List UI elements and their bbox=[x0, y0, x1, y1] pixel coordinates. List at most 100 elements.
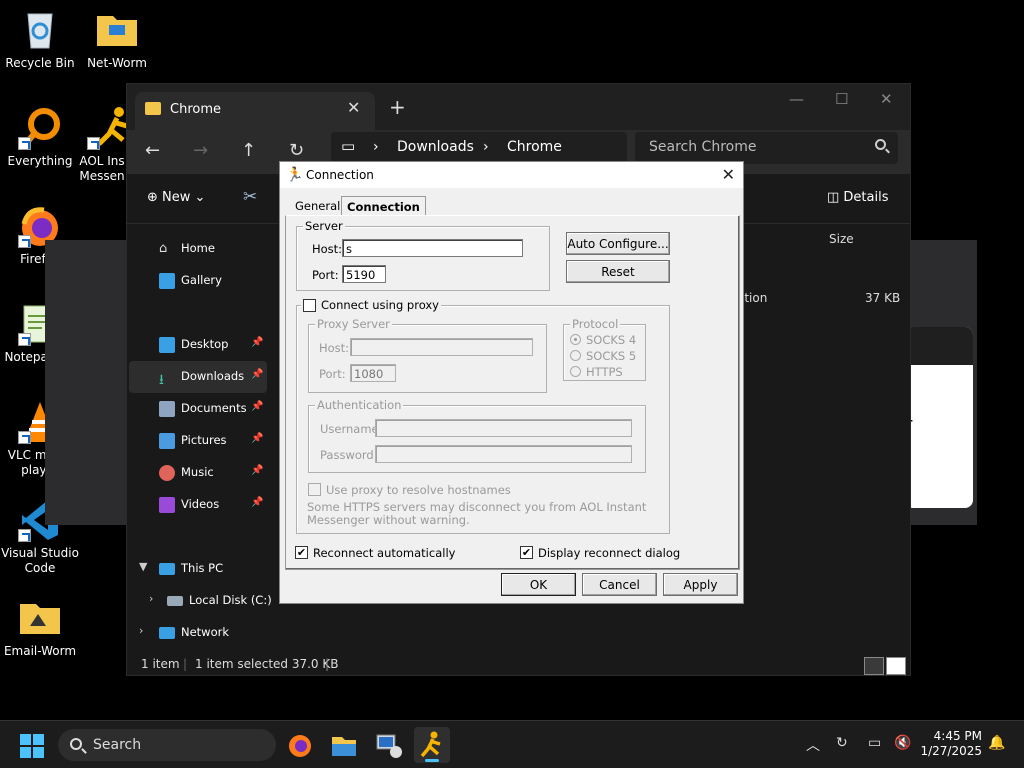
socks4-label: SOCKS 4 bbox=[586, 333, 637, 347]
reconnect-checkbox[interactable]: ✔ bbox=[295, 546, 308, 559]
proxy-server-group: Proxy Server Host: Port: 1080 bbox=[308, 317, 547, 393]
sidebar-item-documents[interactable]: Documents 📌 bbox=[129, 393, 267, 425]
apply-button[interactable]: Apply bbox=[663, 573, 738, 596]
details-view-button[interactable] bbox=[864, 657, 884, 675]
https-radio[interactable] bbox=[570, 366, 581, 377]
taskbar-search[interactable]: Search bbox=[58, 729, 276, 761]
taskbar-aim[interactable] bbox=[414, 727, 450, 763]
folder-icon bbox=[145, 102, 161, 115]
sidebar-item-downloads[interactable]: ⭳ Downloads 📌 bbox=[129, 361, 267, 393]
group-label: Authentication bbox=[315, 398, 404, 412]
back-button[interactable]: ← bbox=[145, 140, 160, 161]
reconnect-label: Reconnect automatically bbox=[313, 546, 456, 560]
everything-search-icon bbox=[18, 106, 62, 150]
chevron-up-icon[interactable]: ︿ bbox=[806, 735, 820, 755]
socks4-radio[interactable] bbox=[570, 334, 581, 345]
desktop-icon-recycle-bin[interactable]: Recycle Bin bbox=[0, 8, 80, 71]
new-tab-button[interactable]: + bbox=[389, 95, 406, 119]
auto-configure-button[interactable]: Auto Configure... bbox=[566, 232, 670, 255]
new-button[interactable]: ⊕ New ⌄ bbox=[147, 190, 205, 205]
music-icon bbox=[159, 465, 175, 481]
status-separator: | bbox=[325, 657, 330, 671]
connection-dialog: 🏃 Connection ✕ General Connection Server… bbox=[279, 161, 744, 604]
tab-general[interactable]: General bbox=[290, 196, 345, 215]
desktop-icon-aol-instant-messenger[interactable]: AOL Ins Messen bbox=[77, 106, 127, 184]
desktop-icon-label: Everything bbox=[7, 154, 73, 168]
resolve-hostnames-checkbox[interactable] bbox=[308, 483, 321, 496]
network-icon[interactable]: ▭ bbox=[868, 735, 881, 751]
pin-icon: 📌 bbox=[251, 401, 264, 412]
column-header-size[interactable]: Size bbox=[829, 232, 854, 246]
cut-icon[interactable]: ✂ bbox=[243, 187, 257, 207]
folder-icon bbox=[332, 737, 356, 756]
ok-button[interactable]: OK bbox=[501, 573, 576, 596]
password-input[interactable] bbox=[375, 445, 632, 463]
pin-icon: 📌 bbox=[251, 433, 264, 444]
breadcrumb-downloads[interactable]: Downloads bbox=[397, 139, 474, 155]
username-input[interactable] bbox=[375, 419, 632, 437]
proxy-port-input[interactable]: 1080 bbox=[350, 364, 396, 382]
taskbar-firefox[interactable] bbox=[282, 727, 318, 763]
large-icons-view-button[interactable] bbox=[886, 657, 906, 675]
explorer-tab[interactable]: Chrome ✕ bbox=[135, 92, 375, 130]
chevron-down-icon: ▼ bbox=[139, 560, 148, 573]
minimize-button[interactable]: — bbox=[789, 90, 804, 108]
start-button[interactable] bbox=[20, 734, 44, 758]
search-box[interactable]: Search Chrome bbox=[635, 132, 898, 164]
display-reconnect-checkbox[interactable]: ✔ bbox=[520, 546, 533, 559]
desktop-icon-label: Recycle Bin bbox=[5, 56, 75, 70]
cancel-button[interactable]: Cancel bbox=[582, 573, 657, 596]
volume-muted-icon[interactable]: 🔇 bbox=[894, 735, 911, 751]
desktop-icon-everything[interactable]: Everything bbox=[0, 106, 80, 169]
host-input[interactable]: s bbox=[342, 239, 523, 257]
folder-icon bbox=[95, 8, 139, 52]
desktop-icon-net-worm[interactable]: Net-Worm bbox=[77, 8, 157, 71]
sidebar-item-pictures[interactable]: Pictures 📌 bbox=[129, 425, 267, 457]
desktop-icon-email-worm[interactable]: Email-Worm bbox=[0, 596, 80, 659]
sidebar-item-label: Downloads bbox=[181, 369, 245, 383]
desktop-icon-label: AOL Ins Messen bbox=[79, 154, 125, 183]
sidebar-item-local-disk[interactable]: › Local Disk (C:) bbox=[129, 585, 279, 617]
taskbar-network-app[interactable] bbox=[370, 727, 406, 763]
use-proxy-label[interactable]: Connect using proxy bbox=[301, 298, 441, 312]
tab-connection[interactable]: Connection bbox=[341, 196, 426, 215]
sidebar-item-label: Pictures bbox=[181, 433, 227, 447]
maximize-button[interactable]: ☐ bbox=[835, 90, 848, 108]
forward-button[interactable]: → bbox=[193, 140, 208, 161]
clock-time: 4:45 PM bbox=[933, 729, 982, 743]
sidebar-item-label: Network bbox=[181, 625, 230, 639]
search-icon bbox=[70, 738, 82, 750]
folder-icon bbox=[18, 596, 62, 640]
sidebar-item-gallery[interactable]: Gallery bbox=[129, 265, 267, 297]
use-proxy-checkbox[interactable] bbox=[303, 299, 316, 312]
address-bar[interactable]: ▭ › Downloads › Chrome bbox=[331, 132, 627, 164]
reset-button[interactable]: Reset bbox=[566, 260, 670, 283]
new-label: New bbox=[162, 190, 191, 205]
port-input[interactable]: 5190 bbox=[342, 265, 386, 283]
socks5-radio[interactable] bbox=[570, 350, 581, 361]
close-icon[interactable]: ✕ bbox=[722, 165, 735, 184]
pin-icon: 📌 bbox=[251, 337, 264, 348]
proxy-host-input[interactable] bbox=[350, 338, 533, 356]
close-tab-icon[interactable]: ✕ bbox=[347, 98, 360, 117]
sync-icon[interactable]: ↻ bbox=[836, 735, 848, 751]
explorer-tabbar: Chrome ✕ + — ☐ ✕ bbox=[127, 84, 910, 130]
sidebar-item-videos[interactable]: Videos 📌 bbox=[129, 489, 267, 521]
sidebar-item-desktop[interactable]: Desktop 📌 bbox=[129, 329, 267, 361]
clock[interactable]: 4:45 PM 1/27/2025 bbox=[916, 729, 982, 759]
breadcrumb-chrome[interactable]: Chrome bbox=[507, 139, 562, 155]
sidebar-item-home[interactable]: ⌂ Home bbox=[129, 233, 267, 265]
protocol-group: Protocol SOCKS 4 SOCKS 5 HTTPS bbox=[563, 317, 646, 381]
close-window-button[interactable]: ✕ bbox=[880, 90, 893, 108]
refresh-button[interactable]: ↻ bbox=[289, 140, 304, 161]
pictures-icon bbox=[159, 433, 175, 449]
notification-bell-icon[interactable]: 🔔 bbox=[988, 735, 1005, 751]
breadcrumb-separator-icon: › bbox=[373, 139, 379, 155]
up-button[interactable]: ↑ bbox=[241, 140, 256, 161]
taskbar-file-explorer[interactable] bbox=[326, 727, 362, 763]
sidebar-item-network[interactable]: › Network bbox=[129, 617, 267, 649]
sidebar-item-music[interactable]: Music 📌 bbox=[129, 457, 267, 489]
search-icon bbox=[875, 139, 886, 150]
details-button[interactable]: ◫ Details bbox=[827, 190, 889, 205]
sidebar-item-this-pc[interactable]: ▼ This PC bbox=[129, 553, 267, 585]
